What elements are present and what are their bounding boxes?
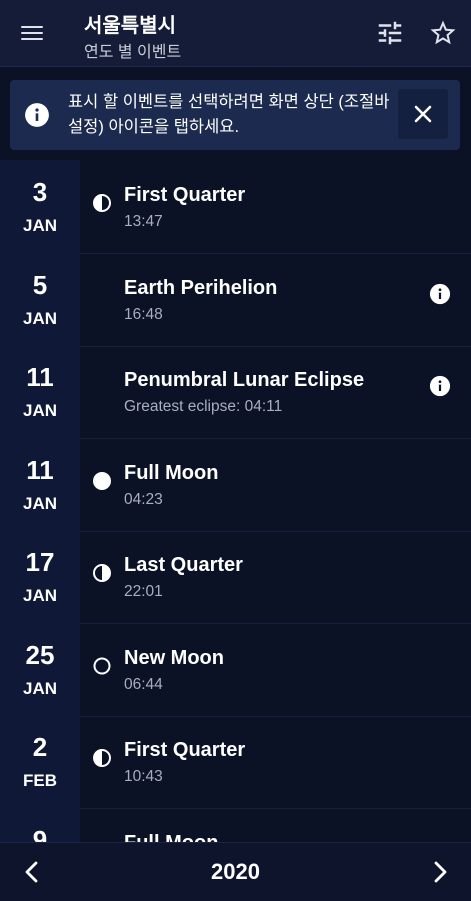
event-month: JAN <box>22 493 57 513</box>
event-time: 22:01 <box>124 583 163 600</box>
last-quarter-moon-icon <box>92 563 112 583</box>
event-month: JAN <box>22 308 57 328</box>
event-month: JAN <box>22 586 57 605</box>
event-body: First Quarter 10:43 <box>80 715 471 809</box>
close-icon[interactable] <box>398 89 448 139</box>
event-title: Full Moon <box>124 832 218 843</box>
event-date: 9FEB <box>0 807 80 843</box>
page-title: 서울특별시 <box>84 15 176 37</box>
event-day: 3 <box>32 177 48 207</box>
event-row[interactable]: 11 JAN Full Moon 04:23 <box>0 437 471 532</box>
event-day: 11 <box>26 362 54 392</box>
event-time: 13:47 <box>124 213 163 230</box>
event-row[interactable]: 5 JAN Earth Perihelion 16:48 <box>0 252 471 347</box>
star-icon[interactable] <box>428 18 458 48</box>
event-row[interactable]: 9FEB Full Moon <box>0 807 471 843</box>
event-body: Penumbral Lunar Eclipse Greatest eclipse:… <box>80 345 471 439</box>
event-body: First Quarter 13:47 <box>80 160 471 254</box>
event-title: First Quarter <box>124 739 246 761</box>
event-body: Full Moon <box>80 808 471 843</box>
event-time: 04:23 <box>124 490 163 508</box>
event-title: Penumbral Lunar Eclipse <box>124 369 365 391</box>
event-body: Last Quarter 22:01 <box>80 530 471 624</box>
event-month: JAN <box>22 678 57 698</box>
info-icon <box>24 102 50 128</box>
event-row[interactable]: 11 JAN Penumbral Lunar Eclipse Greatest ecl… <box>0 345 471 439</box>
year-label: 2020 <box>211 859 260 884</box>
first-quarter-moon-icon <box>92 193 112 213</box>
event-time: 16:48 <box>124 305 163 323</box>
event-date: 11 JAN <box>0 345 80 439</box>
event-date: 17 JAN <box>0 530 80 624</box>
event-title: Earth Perihelion <box>124 276 278 299</box>
event-row[interactable]: 2 FEB First Quarter 10:43 <box>0 715 471 809</box>
full-moon-icon <box>92 471 112 491</box>
event-date: 2 FEB <box>0 715 80 809</box>
event-month: JAN <box>22 401 57 420</box>
event-title: Last Quarter <box>124 554 243 576</box>
year-footer: 2020 <box>0 842 471 901</box>
banner-message: 표시 할 이벤트를 선택하려면 화면 상단 (조절바 설정) 아이콘을 탭하세요… <box>68 93 390 136</box>
info-icon[interactable] <box>429 375 451 397</box>
event-body: Earth Perihelion 16:48 <box>80 253 471 347</box>
event-title: First Quarter <box>124 184 246 206</box>
event-list: 3 JAN First Quarter 13:47 5 JAN Earth Periheli… <box>0 160 471 842</box>
event-body: New Moon 06:44 <box>80 623 471 717</box>
event-time: 10:43 <box>124 768 163 785</box>
event-row[interactable]: 25 JAN New Moon 06:44 <box>0 622 471 717</box>
event-date: 25 JAN <box>0 622 80 717</box>
app-bar: 서울특별시 연도 별 이벤트 <box>0 0 471 67</box>
new-moon-icon <box>92 656 112 676</box>
event-date: 11 JAN <box>0 437 80 532</box>
info-icon[interactable] <box>429 283 451 305</box>
event-month: JAN <box>22 216 57 235</box>
event-date: 5 JAN <box>0 252 80 347</box>
menu-icon[interactable] <box>16 17 48 49</box>
event-time: Greatest eclipse: 04:11 <box>124 398 283 415</box>
event-day: 5 <box>32 269 48 300</box>
info-banner: 표시 할 이벤트를 선택하려면 화면 상단 (조절바 설정) 아이콘을 탭하세요… <box>10 80 460 150</box>
tune-icon[interactable] <box>375 18 405 48</box>
event-title: New Moon <box>124 646 224 669</box>
event-time: 06:44 <box>124 675 163 693</box>
event-day: 11 <box>26 454 54 485</box>
event-month: FEB <box>23 771 57 790</box>
event-date: 3 JAN <box>0 160 80 254</box>
page-subtitle: 연도 별 이벤트 <box>84 44 182 61</box>
event-row[interactable]: 17 JAN Last Quarter 22:01 <box>0 530 471 624</box>
event-title: Full Moon <box>124 461 219 484</box>
chevron-right-icon[interactable] <box>424 857 456 887</box>
first-quarter-moon-icon <box>92 748 112 768</box>
event-day: 17 <box>25 547 55 577</box>
event-day: 25 <box>25 639 55 670</box>
event-body: Full Moon 04:23 <box>80 438 471 532</box>
event-row[interactable]: 3 JAN First Quarter 13:47 <box>0 160 471 254</box>
event-day: 2 <box>32 732 48 762</box>
event-day: 9 <box>32 824 48 843</box>
